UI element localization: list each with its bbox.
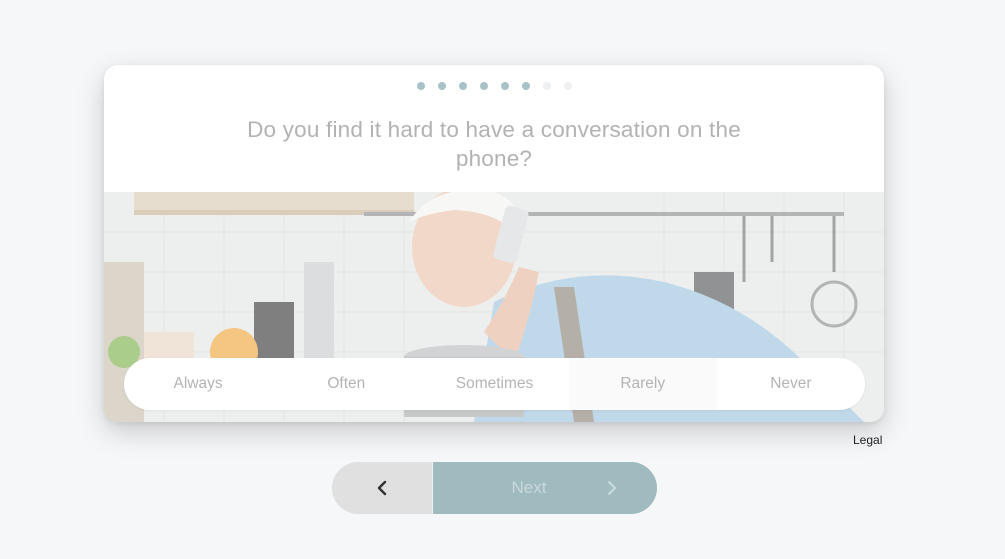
progress-dot xyxy=(459,82,467,90)
question-card: Do you find it hard to have a conversati… xyxy=(104,65,884,422)
question-text: Do you find it hard to have a conversati… xyxy=(214,115,774,173)
back-button[interactable] xyxy=(332,462,433,514)
progress-dot xyxy=(501,82,509,90)
chevron-left-icon xyxy=(375,480,389,496)
answer-sometimes[interactable]: Sometimes xyxy=(420,358,568,410)
answer-options: Always Often Sometimes Rarely Never xyxy=(124,358,865,410)
answer-always[interactable]: Always xyxy=(124,358,272,410)
progress-dot xyxy=(417,82,425,90)
progress-dots xyxy=(104,82,884,90)
progress-dot xyxy=(480,82,488,90)
next-button-label: Next xyxy=(512,478,547,498)
progress-dot xyxy=(438,82,446,90)
legal-link[interactable]: Legal xyxy=(853,433,882,447)
answer-often[interactable]: Often xyxy=(272,358,420,410)
progress-dot xyxy=(543,82,551,90)
answer-never[interactable]: Never xyxy=(717,358,865,410)
progress-dot xyxy=(522,82,530,90)
progress-dot xyxy=(564,82,572,90)
answer-rarely[interactable]: Rarely xyxy=(569,358,717,410)
chevron-right-icon xyxy=(606,480,618,496)
next-button[interactable]: Next xyxy=(433,462,657,514)
navigation-bar: Next xyxy=(332,462,657,514)
